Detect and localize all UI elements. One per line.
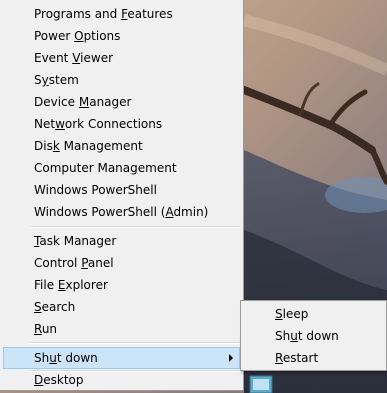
menu-item-programs-and-features[interactable]: Programs and Features <box>3 3 240 25</box>
menu-item-run[interactable]: Run <box>3 318 240 340</box>
menu-item-control-panel[interactable]: Control Panel <box>3 252 240 274</box>
submenu-arrow-icon <box>229 354 233 362</box>
menu-item-windows-powershell[interactable]: Windows PowerShell <box>3 179 240 201</box>
desktop-shortcut-icon[interactable] <box>248 370 276 393</box>
menu-item-file-explorer[interactable]: File Explorer <box>3 274 240 296</box>
menu-item-search[interactable]: Search <box>3 296 240 318</box>
menu-item-windows-powershell-admin[interactable]: Windows PowerShell (Admin) <box>3 201 240 223</box>
menu-item-power-options[interactable]: Power Options <box>3 25 240 47</box>
menu-item-device-manager[interactable]: Device Manager <box>3 91 240 113</box>
menu-item-desktop[interactable]: Desktop <box>3 369 240 391</box>
menu-item-system[interactable]: System <box>3 69 240 91</box>
menu-separator <box>31 342 240 344</box>
menu-item-task-manager[interactable]: Task Manager <box>3 230 240 252</box>
desktop-screen: Programs and Features Power Options Even… <box>0 0 387 393</box>
menu-item-shut-down[interactable]: Shut down <box>3 347 240 369</box>
shut-down-submenu: Sleep Shut down Restart <box>240 300 387 371</box>
submenu-item-sleep[interactable]: Sleep <box>244 303 383 325</box>
submenu-item-shut-down[interactable]: Shut down <box>244 325 383 347</box>
menu-separator <box>31 226 240 228</box>
menu-item-event-viewer[interactable]: Event Viewer <box>3 47 240 69</box>
menu-item-computer-management[interactable]: Computer Management <box>3 157 240 179</box>
menu-item-disk-management[interactable]: Disk Management <box>3 135 240 157</box>
menu-item-network-connections[interactable]: Network Connections <box>3 113 240 135</box>
submenu-item-restart[interactable]: Restart <box>244 347 383 369</box>
quick-link-menu: Programs and Features Power Options Even… <box>0 0 244 391</box>
